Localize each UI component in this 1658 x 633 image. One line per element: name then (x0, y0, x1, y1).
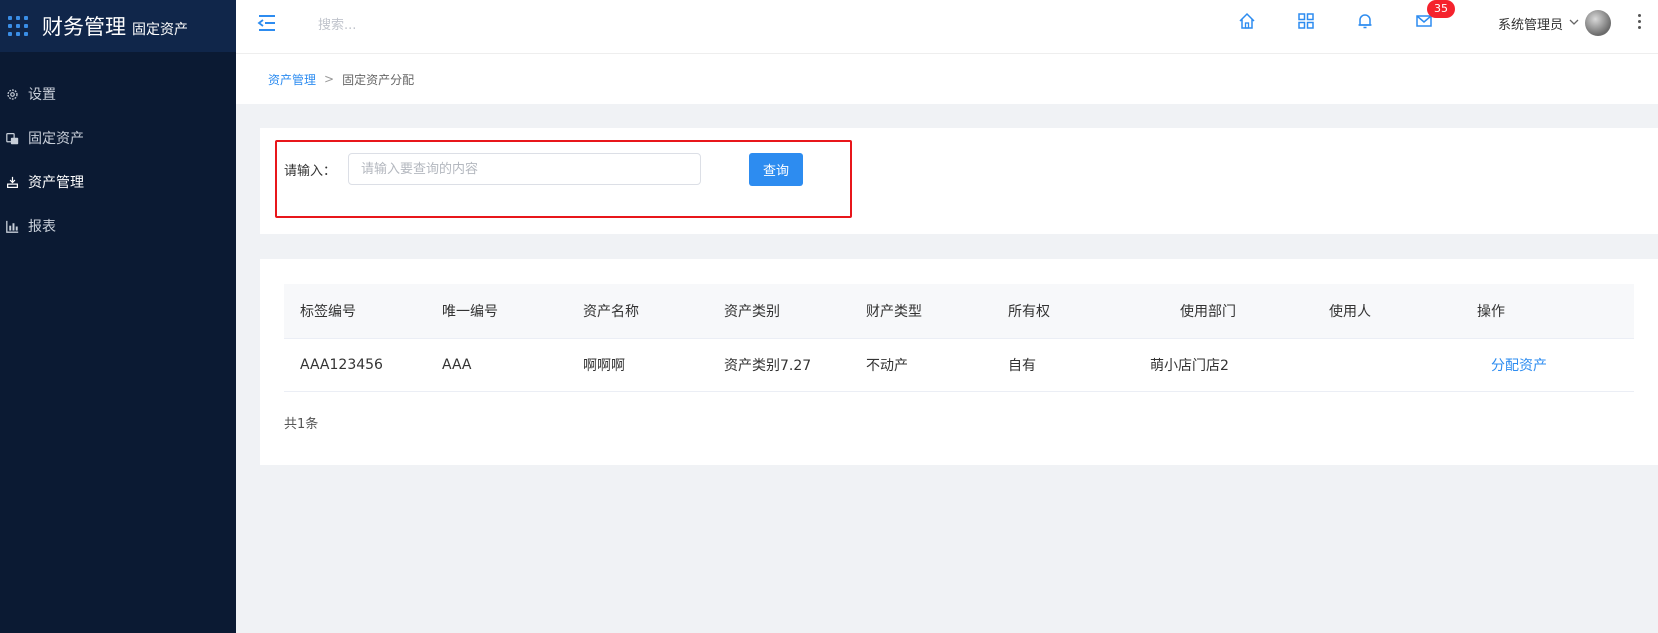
breadcrumb-current: 固定资产分配 (342, 72, 415, 87)
column-header: 资产类别 (724, 304, 780, 320)
table-row: AAA123456 AAA 啊啊啊 资产类别7.27 不动产 自有 萌小店门店2… (284, 339, 1634, 392)
table-header: 标签编号 唯一编号 资产名称 资产类别 财产类型 所有权 使用部门 使用人 操作 (284, 284, 1634, 339)
sidebar-item-label: 设置 (28, 87, 56, 103)
query-input[interactable] (348, 153, 701, 185)
mail-count-badge: 35 (1427, 0, 1455, 18)
assets-icon (5, 131, 19, 145)
query-label: 请输入： (284, 164, 337, 179)
cell-ownership: 自有 (1008, 358, 1036, 374)
home-icon[interactable] (1238, 12, 1258, 32)
sidebar-item-reports[interactable]: 报表 (0, 204, 236, 248)
bar-chart-icon (5, 219, 19, 233)
query-button[interactable]: 查询 (749, 153, 803, 186)
cell-department: 萌小店门店2 (1150, 358, 1229, 374)
asset-manage-icon (5, 175, 19, 189)
chevron-down-icon (1569, 16, 1579, 31)
top-header: 35 系统管理员 (236, 0, 1658, 54)
brand-subtitle: 固定资产 (132, 21, 188, 38)
sidebar-item-label: 固定资产 (28, 131, 84, 147)
brand-title: 财务管理 (42, 15, 126, 39)
column-header: 使用部门 (1180, 304, 1236, 320)
cell-tag-no: AAA123456 (300, 357, 383, 373)
column-header: 标签编号 (300, 304, 356, 320)
user-menu[interactable]: 系统管理员 (1498, 10, 1612, 36)
asset-table: 标签编号 唯一编号 资产名称 资产类别 财产类型 所有权 使用部门 使用人 操作… (284, 284, 1634, 392)
cell-asset-name: 啊啊啊 (583, 358, 625, 374)
table-panel: 标签编号 唯一编号 资产名称 资产类别 财产类型 所有权 使用部门 使用人 操作… (260, 259, 1658, 465)
avatar[interactable] (1585, 10, 1612, 36)
apps-icon[interactable] (1297, 12, 1317, 32)
sidebar-menu: 设置 固定资产 资产管理 报表 (0, 72, 236, 248)
sidebar: 财务管理 固定资产 设置 固定资产 资产管理 报表 (0, 0, 236, 633)
bell-icon[interactable] (1356, 12, 1376, 32)
breadcrumb: 资产管理 > 固定资产分配 (236, 54, 1658, 104)
user-name: 系统管理员 (1498, 17, 1564, 33)
sidebar-item-fixed-assets[interactable]: 固定资产 (0, 116, 236, 160)
column-header: 操作 (1477, 304, 1505, 320)
apps-grid-icon[interactable] (8, 16, 28, 36)
assign-asset-link[interactable]: 分配资产 (1491, 355, 1571, 375)
cell-property-type: 不动产 (866, 358, 908, 374)
breadcrumb-separator: > (324, 72, 335, 86)
cell-asset-category: 资产类别7.27 (724, 358, 812, 374)
sidebar-item-label: 报表 (28, 219, 56, 235)
column-header: 使用人 (1329, 304, 1371, 320)
gear-icon (5, 87, 19, 101)
sidebar-item-asset-management[interactable]: 资产管理 (0, 160, 236, 204)
column-header: 所有权 (1008, 304, 1050, 320)
mail-icon[interactable]: 35 (1415, 0, 1455, 32)
column-header: 资产名称 (583, 304, 639, 320)
sidebar-item-label: 资产管理 (28, 175, 84, 191)
menu-collapse-icon[interactable] (256, 12, 278, 34)
cell-unique-no: AAA (442, 357, 472, 373)
table-total-count: 共1条 (284, 417, 319, 432)
global-search-input[interactable] (318, 12, 518, 38)
breadcrumb-parent-link[interactable]: 资产管理 (268, 71, 316, 88)
brand: 财务管理 固定资产 (0, 0, 236, 52)
sidebar-item-settings[interactable]: 设置 (0, 72, 236, 116)
column-header: 唯一编号 (442, 304, 498, 320)
search-panel: 请输入： 查询 (260, 128, 1658, 234)
column-header: 财产类型 (866, 304, 922, 320)
more-vertical-icon[interactable] (1636, 14, 1642, 34)
